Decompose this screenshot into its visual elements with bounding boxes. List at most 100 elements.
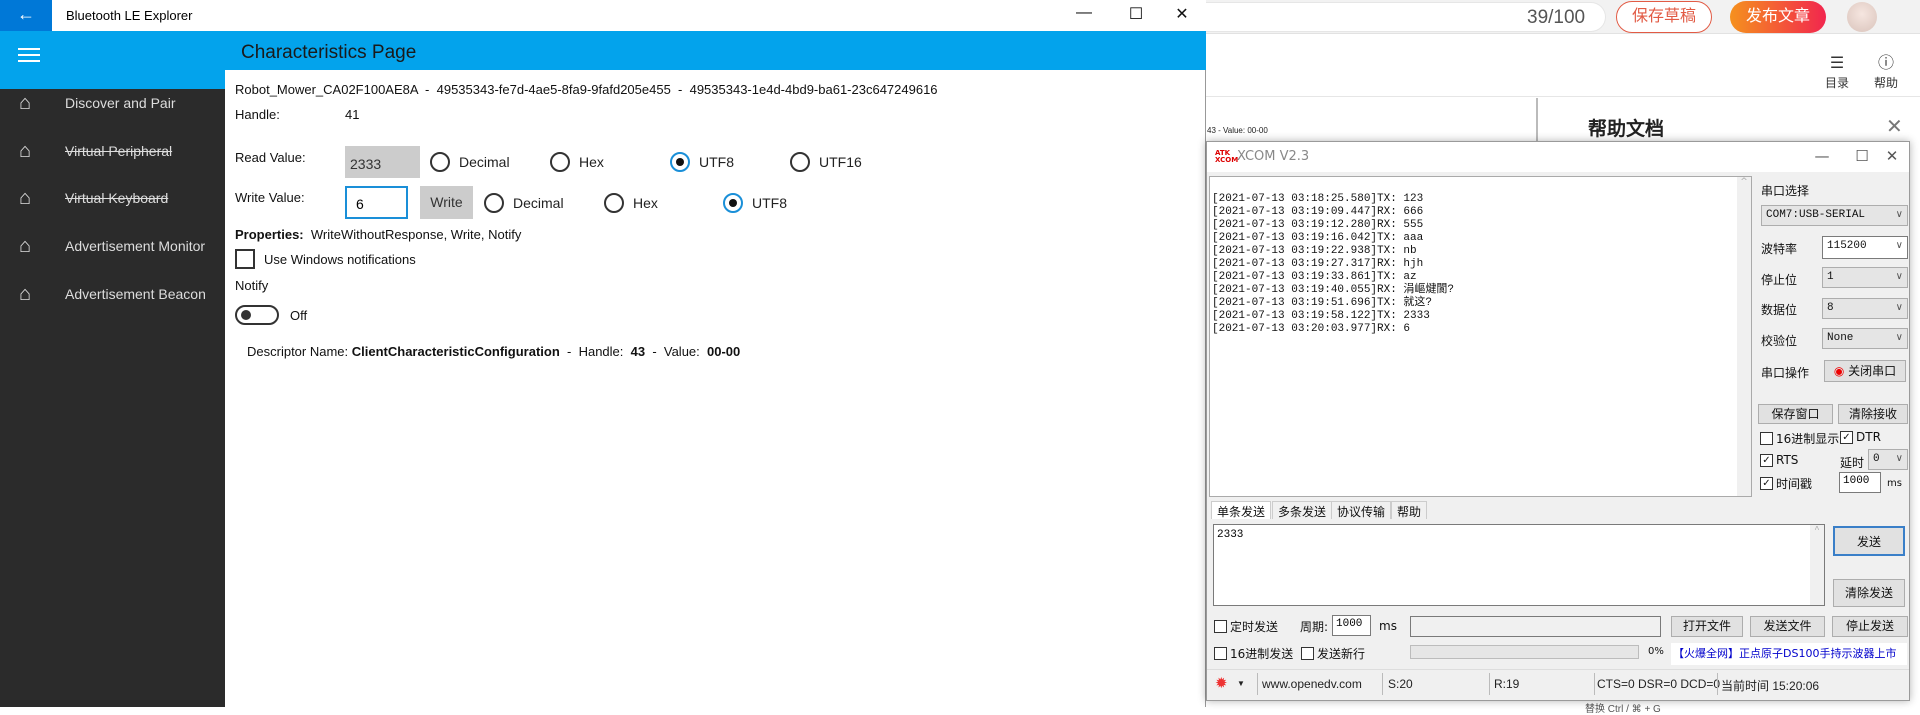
data-bits-label: 数据位: [1761, 303, 1798, 317]
tab-single-send[interactable]: 单条发送: [1211, 501, 1272, 519]
port-select[interactable]: COM7:USB-SERIAL ∨: [1761, 205, 1908, 226]
notify-toggle[interactable]: [235, 305, 279, 325]
save-window-button[interactable]: 保存窗口: [1758, 404, 1833, 424]
tab-help[interactable]: 帮助: [1391, 501, 1428, 519]
home-icon: ⌂: [19, 283, 32, 305]
stop-bits-select[interactable]: 1 ∨: [1822, 267, 1908, 288]
editor-content-snippet: 43 - Value: 00-00: [1207, 126, 1268, 135]
caret-down-icon[interactable]: ▼: [1237, 679, 1245, 688]
delay-label: 延时: [1840, 456, 1865, 470]
timestamp-checkbox[interactable]: ✓ 时间戳: [1760, 475, 1812, 492]
scrollbar[interactable]: ^: [1810, 525, 1824, 605]
clear-send-button[interactable]: 清除发送: [1833, 579, 1905, 607]
read-format-utf8[interactable]: UTF8: [670, 152, 734, 172]
shortcut-snippet: 替换 Ctrl / ⌘ + G: [1585, 704, 1661, 715]
period-unit: ms: [1379, 619, 1397, 633]
title-char-counter: 39/100: [1527, 7, 1586, 28]
send-textarea[interactable]: 2333 ^: [1213, 524, 1825, 606]
log-line: [2021-07-13 03:19:58.122]TX: 2333: [1212, 310, 1430, 322]
port-op-label: 串口操作: [1761, 366, 1810, 380]
minimize-button[interactable]: —: [1069, 4, 1099, 22]
dtr-checkbox[interactable]: ✓ DTR: [1840, 430, 1881, 444]
sidebar-item-advertisement-beacon[interactable]: ⌂ Advertisement Beacon: [0, 271, 225, 317]
file-path-input[interactable]: [1410, 616, 1661, 637]
send-newline-checkbox[interactable]: 发送新行: [1301, 645, 1365, 662]
log-line: [2021-07-13 03:20:03.977]RX: 6: [1212, 323, 1411, 335]
period-label: 周期:: [1300, 620, 1329, 634]
close-port-button[interactable]: ◉ 关闭串口: [1824, 360, 1906, 382]
stop-send-button[interactable]: 停止发送: [1832, 616, 1908, 637]
write-value-input[interactable]: 6: [345, 186, 408, 219]
close-button[interactable]: ✕: [1167, 4, 1197, 24]
editor-toolbar: [1206, 35, 1920, 97]
rts-checkbox[interactable]: ✓ RTS: [1760, 453, 1798, 467]
parity-select[interactable]: None ∨: [1822, 328, 1908, 349]
save-draft-button[interactable]: 保存草稿: [1616, 1, 1712, 33]
baud-select[interactable]: 115200 ∨: [1822, 236, 1908, 259]
write-format-hex[interactable]: Hex: [604, 193, 658, 213]
toc-button[interactable]: ☰ 目录: [1819, 54, 1855, 91]
data-bits-select[interactable]: 8 ∨: [1822, 298, 1908, 319]
read-format-decimal[interactable]: Decimal: [430, 152, 510, 172]
record-icon: ◉: [1833, 364, 1845, 378]
gear-icon[interactable]: ✹: [1215, 674, 1228, 692]
handle-value: 41: [345, 107, 360, 122]
write-value-label: Write Value:: [235, 190, 305, 205]
notify-label: Notify: [235, 278, 269, 293]
sidebar-item-virtual-peripheral[interactable]: ⌂ Virtual Peripheral: [0, 128, 225, 174]
read-format-utf16[interactable]: UTF16: [790, 152, 862, 172]
write-format-decimal[interactable]: Decimal: [484, 193, 564, 213]
maximize-button[interactable]: ☐: [1121, 4, 1151, 24]
characteristic-path: Robot_Mower_CA02F100AE8A - 49535343-fe7d…: [235, 82, 938, 97]
avatar[interactable]: [1847, 2, 1877, 32]
use-windows-notifications-label: Use Windows notifications: [264, 252, 416, 267]
ad-link[interactable]: 【火爆全网】正点原子DS100手持示波器上市: [1671, 643, 1907, 665]
app-title: Bluetooth LE Explorer: [66, 8, 193, 23]
period-input[interactable]: 1000: [1332, 615, 1371, 636]
sidebar-item-virtual-keyboard[interactable]: ⌂ Virtual Keyboard: [0, 175, 225, 221]
write-format-utf8[interactable]: UTF8: [723, 193, 787, 213]
list-icon: ☰: [1829, 55, 1845, 72]
close-icon[interactable]: ✕: [1886, 114, 1903, 139]
clear-receive-button[interactable]: 清除接收: [1838, 404, 1908, 424]
scrollbar[interactable]: ^: [1737, 177, 1751, 496]
write-button[interactable]: Write: [420, 186, 473, 219]
hex-send-checkbox[interactable]: 16进制发送: [1214, 645, 1293, 662]
divider: [1536, 98, 1538, 142]
hamburger-menu-icon[interactable]: [18, 48, 40, 62]
descriptor-row: Descriptor Name: ClientCharacteristicCon…: [247, 344, 741, 359]
sidebar-item-discover-and-pair[interactable]: ⌂ Discover and Pair: [0, 80, 225, 126]
progress-percent: 0%: [1648, 646, 1664, 657]
open-file-button[interactable]: 打开文件: [1671, 616, 1743, 637]
xcom-window: ATK XCOM XCOM V2.3 — ☐ ✕ [2021-07-13 03:1…: [1206, 141, 1910, 701]
use-windows-notifications-checkbox[interactable]: [235, 249, 255, 269]
close-button[interactable]: ✕: [1877, 147, 1907, 165]
notify-state: Off: [290, 308, 308, 323]
stop-bits-label: 停止位: [1761, 273, 1798, 287]
tab-protocol[interactable]: 协议传输: [1331, 501, 1392, 519]
sidebar-item-advertisement-monitor[interactable]: ⌂ Advertisement Monitor: [0, 223, 225, 269]
home-icon: ⌂: [19, 235, 32, 257]
timed-send-checkbox[interactable]: 定时发送: [1214, 618, 1278, 635]
help-button[interactable]: ⓘ 帮助: [1868, 54, 1904, 91]
maximize-button[interactable]: ☐: [1847, 147, 1877, 165]
port-select-label: 串口选择: [1761, 184, 1810, 198]
back-button[interactable]: ←: [0, 0, 52, 31]
minimize-button[interactable]: —: [1807, 147, 1837, 165]
log-line: [2021-07-13 03:19:16.042]TX: aaa: [1212, 232, 1424, 244]
tab-multi-send[interactable]: 多条发送: [1272, 501, 1333, 519]
log-line: [2021-07-13 03:19:40.055]RX: 涓嶇煡閬?: [1212, 284, 1455, 296]
publish-button[interactable]: 发布文章: [1730, 1, 1826, 33]
website-link[interactable]: www.openedv.com: [1262, 677, 1362, 691]
receive-area[interactable]: [2021-07-13 03:18:25.580]TX: 123 [2021-07…: [1209, 176, 1752, 497]
read-format-hex[interactable]: Hex: [550, 152, 604, 172]
send-button[interactable]: 发送: [1833, 526, 1905, 556]
delay-select[interactable]: 0 ∨: [1868, 449, 1908, 470]
hex-display-checkbox[interactable]: 16进制显示: [1760, 430, 1839, 447]
send-file-button[interactable]: 发送文件: [1750, 616, 1825, 637]
timestamp-interval-input[interactable]: 1000: [1839, 472, 1881, 493]
bluetooth-le-explorer-window: ← Bluetooth LE Explorer — ☐ ✕ Characteri…: [0, 0, 1206, 707]
current-time: 当前时间 15:20:06: [1721, 679, 1820, 693]
xcom-logo: ATK XCOM: [1215, 149, 1239, 164]
home-icon: ⌂: [19, 92, 32, 114]
